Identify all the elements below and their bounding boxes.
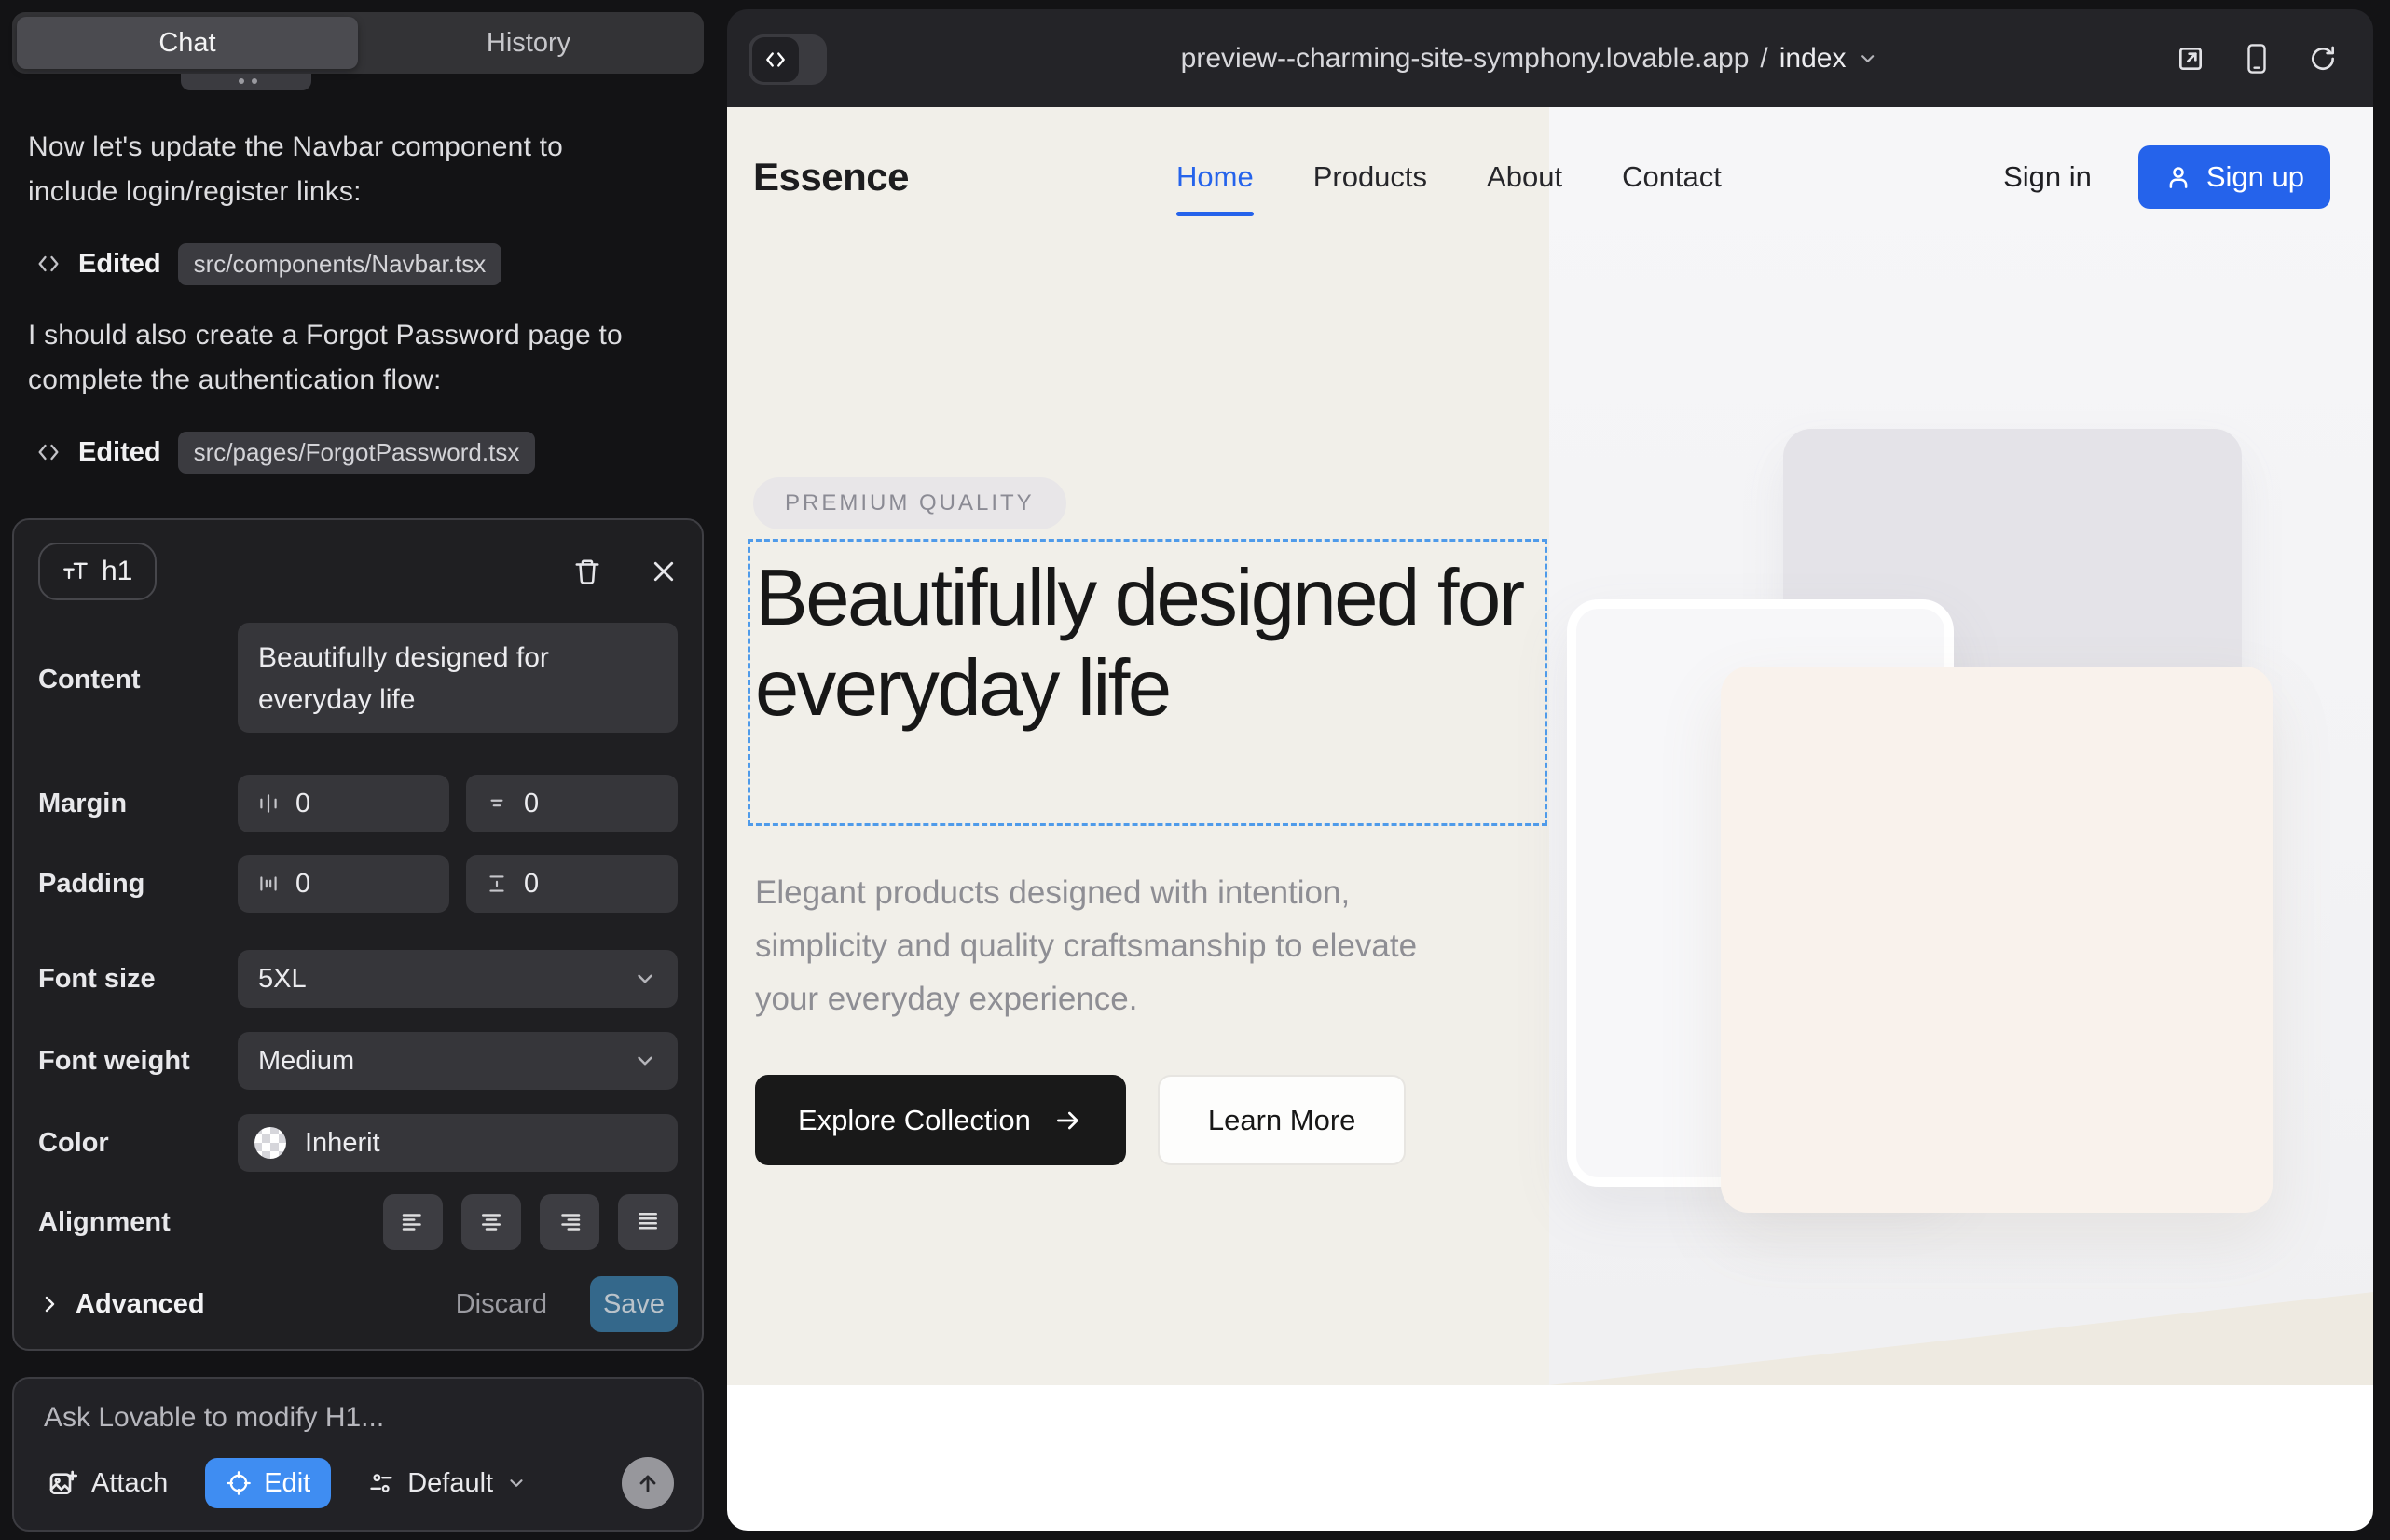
font-weight-label: Font weight bbox=[38, 1032, 238, 1090]
tab-chat[interactable]: Chat bbox=[17, 17, 358, 69]
preview-pane: preview--charming-site-symphony.lovable.… bbox=[727, 9, 2373, 1531]
site-logo[interactable]: Essence bbox=[753, 155, 909, 199]
chevron-down-icon bbox=[633, 967, 657, 991]
chevron-down-icon bbox=[506, 1473, 527, 1493]
margin-y-input[interactable]: 0 bbox=[466, 775, 678, 832]
padding-vertical-icon bbox=[485, 872, 509, 896]
align-left-icon bbox=[399, 1208, 427, 1236]
chevron-down-icon bbox=[633, 1049, 657, 1073]
color-select[interactable]: Inherit bbox=[238, 1114, 678, 1172]
element-editor-panel: h1 Content Beautifully designed for ever… bbox=[12, 518, 704, 1351]
hero-beige-card bbox=[1721, 667, 2273, 1213]
preview-toolbar: preview--charming-site-symphony.lovable.… bbox=[727, 9, 2373, 107]
chevron-right-icon bbox=[38, 1293, 61, 1315]
preview-url: preview--charming-site-symphony.lovable.… bbox=[1181, 43, 1750, 75]
trash-icon bbox=[573, 557, 601, 586]
font-size-select[interactable]: 5XL bbox=[238, 950, 678, 1008]
file-chip[interactable]: src/components/Navbar.tsx bbox=[178, 243, 502, 285]
margin-label: Margin bbox=[38, 775, 238, 832]
arrow-up-icon bbox=[635, 1470, 661, 1496]
preview-page: index bbox=[1779, 43, 1847, 75]
nav-link-products[interactable]: Products bbox=[1313, 160, 1427, 194]
padding-label: Padding bbox=[38, 855, 238, 913]
align-right-icon bbox=[556, 1208, 584, 1236]
send-button[interactable] bbox=[622, 1457, 674, 1509]
learn-more-button[interactable]: Learn More bbox=[1158, 1075, 1407, 1165]
premium-quality-badge: PREMIUM QUALITY bbox=[753, 477, 1066, 529]
element-tag: h1 bbox=[102, 556, 132, 587]
code-icon bbox=[35, 439, 62, 465]
element-tag-pill[interactable]: h1 bbox=[38, 543, 157, 600]
edited-label: Edited bbox=[78, 437, 161, 468]
margin-horizontal-icon bbox=[256, 791, 281, 816]
transparent-swatch-icon bbox=[254, 1127, 286, 1159]
edited-file-row: Edited src/pages/ForgotPassword.tsx bbox=[35, 429, 535, 475]
align-center-button[interactable] bbox=[461, 1194, 521, 1250]
save-button[interactable]: Save bbox=[590, 1276, 678, 1332]
hero-headline[interactable]: Beautifully designed for everyday life bbox=[755, 553, 1547, 734]
margin-vertical-icon bbox=[485, 791, 509, 816]
chevron-down-icon bbox=[1857, 48, 1877, 69]
font-size-label: Font size bbox=[38, 950, 238, 1008]
code-icon bbox=[35, 251, 62, 277]
user-icon bbox=[2164, 163, 2192, 191]
content-input[interactable]: Beautifully designed for everyday life bbox=[238, 623, 678, 733]
sign-in-link[interactable]: Sign in bbox=[2003, 160, 2092, 194]
align-center-icon bbox=[477, 1208, 505, 1236]
alignment-label: Alignment bbox=[38, 1194, 238, 1250]
arrow-right-icon bbox=[1053, 1106, 1083, 1135]
sign-up-button[interactable]: Sign up bbox=[2138, 145, 2330, 209]
file-chip[interactable]: src/pages/ForgotPassword.tsx bbox=[178, 432, 536, 474]
align-right-button[interactable] bbox=[540, 1194, 599, 1250]
type-icon bbox=[62, 558, 89, 584]
padding-y-input[interactable]: 0 bbox=[466, 855, 678, 913]
close-editor-button[interactable] bbox=[650, 557, 678, 585]
chat-composer: Attach Edit Default bbox=[12, 1377, 704, 1532]
margin-x-input[interactable]: 0 bbox=[238, 775, 449, 832]
mobile-view-button[interactable] bbox=[2243, 43, 2271, 75]
sliders-icon bbox=[368, 1470, 394, 1496]
site-navbar: Essence Home Products About Contact Sign… bbox=[727, 107, 2373, 247]
scrolled-chip-partial bbox=[181, 74, 311, 90]
site-preview: Essence Home Products About Contact Sign… bbox=[727, 107, 2373, 1531]
padding-x-input[interactable]: 0 bbox=[238, 855, 449, 913]
edited-file-row: Edited src/components/Navbar.tsx bbox=[35, 241, 501, 287]
assistant-message: I should also create a Forgot Password p… bbox=[28, 313, 643, 403]
chat-history-tabs: Chat History bbox=[12, 12, 704, 74]
discard-button[interactable]: Discard bbox=[450, 1288, 553, 1321]
align-left-button[interactable] bbox=[383, 1194, 443, 1250]
refresh-button[interactable] bbox=[2308, 44, 2338, 74]
delete-element-button[interactable] bbox=[573, 557, 601, 586]
model-default-button[interactable]: Default bbox=[363, 1467, 532, 1500]
edited-label: Edited bbox=[78, 249, 161, 280]
assistant-message: Now let's update the Navbar component to… bbox=[28, 125, 643, 214]
code-view-toggle[interactable] bbox=[749, 34, 827, 85]
close-icon bbox=[650, 557, 678, 585]
hero-description: Elegant products designed with intention… bbox=[755, 866, 1463, 1025]
crosshair-icon bbox=[226, 1470, 252, 1496]
edit-mode-button[interactable]: Edit bbox=[205, 1458, 331, 1508]
nav-link-contact[interactable]: Contact bbox=[1622, 160, 1722, 194]
image-plus-icon bbox=[48, 1468, 77, 1498]
nav-link-home[interactable]: Home bbox=[1176, 160, 1254, 194]
preview-url-bar[interactable]: preview--charming-site-symphony.lovable.… bbox=[1181, 9, 1878, 107]
align-justify-icon bbox=[634, 1208, 662, 1236]
explore-collection-button[interactable]: Explore Collection bbox=[755, 1075, 1126, 1165]
code-icon bbox=[763, 48, 788, 72]
content-label: Content bbox=[38, 623, 238, 737]
open-external-button[interactable] bbox=[2176, 44, 2205, 74]
color-label: Color bbox=[38, 1114, 238, 1172]
attach-button[interactable]: Attach bbox=[42, 1467, 173, 1500]
advanced-toggle[interactable]: Advanced bbox=[38, 1289, 205, 1320]
padding-horizontal-icon bbox=[256, 872, 281, 896]
align-justify-button[interactable] bbox=[618, 1194, 678, 1250]
nav-link-about[interactable]: About bbox=[1487, 160, 1562, 194]
composer-input[interactable] bbox=[42, 1401, 678, 1435]
lovable-app-window: Chat History Now let's update the Navbar… bbox=[0, 0, 2390, 1540]
tab-history[interactable]: History bbox=[358, 17, 699, 69]
font-weight-select[interactable]: Medium bbox=[238, 1032, 678, 1090]
